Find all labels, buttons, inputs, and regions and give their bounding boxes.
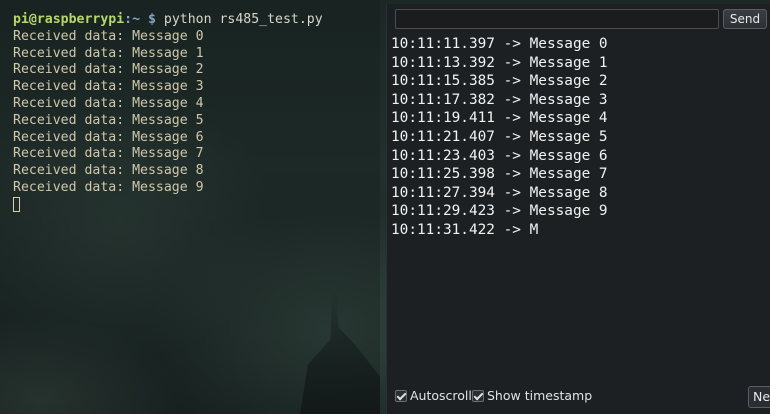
line-ending-select[interactable]: Ne — [748, 386, 770, 408]
prompt-user: pi@raspberrypi — [13, 12, 125, 27]
terminal-command: python rs485_test.py — [163, 12, 323, 27]
terminal-output-line: Received data: Message 7 — [13, 146, 204, 162]
serial-output-line: 10:11:21.407 -> Message 5 — [391, 128, 608, 145]
desktop: pi@raspberrypi:~ $ python rs485_test.py … — [0, 0, 770, 414]
serial-output-line: 10:11:17.382 -> Message 3 — [391, 91, 608, 108]
serial-output-line: 10:11:23.403 -> Message 6 — [391, 147, 608, 164]
show-timestamp-check-icon[interactable] — [472, 389, 484, 402]
terminal-cursor-line — [13, 196, 380, 214]
serial-output-line: 10:11:25.398 -> Message 7 — [391, 166, 608, 183]
show-timestamp-label: Show timestamp — [487, 388, 593, 403]
autoscroll-check-icon[interactable] — [395, 389, 407, 402]
terminal-output-line: Received data: Message 3 — [13, 79, 204, 95]
terminal-output-line: Received data: Message 1 — [13, 45, 204, 61]
terminal-output-line: Received data: Message 2 — [13, 62, 204, 78]
serial-output[interactable]: 10:11:11.397 -> Message 0 10:11:13.392 -… — [391, 35, 763, 380]
terminal-output-line: Received data: Message 9 — [13, 179, 204, 195]
terminal-output-line: Received data: Message 0 — [13, 28, 204, 44]
terminal-prompt-line: pi@raspberrypi:~ $ python rs485_test.py — [13, 12, 380, 29]
serial-output-line: 10:11:11.397 -> Message 0 — [391, 36, 608, 52]
terminal-output-line: Received data: Message 4 — [13, 95, 204, 111]
terminal-output-line: Received data: Message 6 — [13, 129, 204, 145]
monitor-bottom-bar: Autoscroll Show timestamp Ne — [395, 386, 770, 410]
serial-output-line: 10:11:13.392 -> Message 1 — [391, 54, 608, 71]
serial-output-line: 10:11:27.394 -> Message 8 — [391, 184, 608, 201]
send-row: Send — [395, 9, 770, 31]
prompt-path: :~ $ — [124, 12, 156, 27]
send-button[interactable]: Send — [723, 9, 767, 29]
terminal-cursor — [13, 196, 20, 212]
autoscroll-label: Autoscroll — [410, 388, 472, 403]
serial-output-line: 10:11:31.422 -> M — [391, 221, 539, 238]
show-timestamp-checkbox[interactable]: Show timestamp — [472, 388, 592, 403]
terminal-window[interactable]: pi@raspberrypi:~ $ python rs485_test.py … — [0, 0, 380, 414]
terminal-output-line: Received data: Message 8 — [13, 163, 204, 179]
serial-send-input[interactable] — [395, 9, 719, 29]
serial-output-line: 10:11:15.385 -> Message 2 — [391, 73, 608, 90]
terminal-output-line: Received data: Message 5 — [13, 112, 204, 128]
serial-output-line: 10:11:29.423 -> Message 9 — [391, 203, 608, 220]
serial-output-line: 10:11:19.411 -> Message 4 — [391, 110, 608, 127]
autoscroll-checkbox[interactable]: Autoscroll — [395, 388, 472, 403]
serial-monitor-window: Send 10:11:11.397 -> Message 0 10:11:13.… — [386, 4, 770, 414]
